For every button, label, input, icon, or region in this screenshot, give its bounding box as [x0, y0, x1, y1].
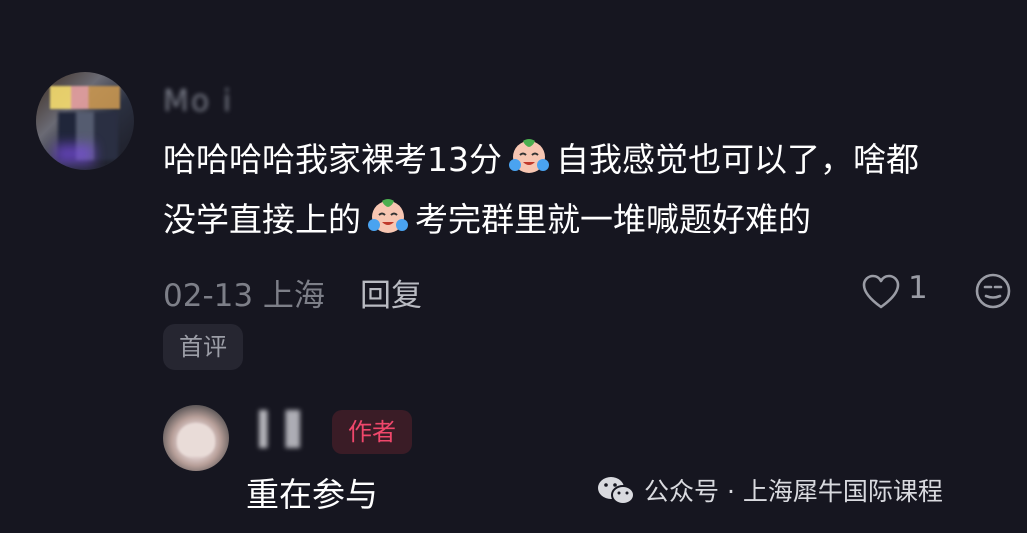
comment-date-location: 02-13 上海 — [163, 278, 325, 314]
wechat-icon — [598, 477, 635, 505]
heart-icon[interactable] — [862, 274, 900, 310]
commenter-avatar[interactable] — [36, 72, 134, 170]
watermark-text: 公众号 · 上海犀牛国际课程 — [644, 477, 943, 506]
like-count: 1 — [908, 270, 928, 306]
author-badge: 作者 — [332, 410, 412, 454]
watermark: 公众号 · 上海犀牛国际课程 — [596, 472, 943, 512]
comment-text-line-2: 没学直接上的 考完群里就一堆喊题好难的 — [163, 192, 1023, 248]
first-comment-tag: 首评 — [163, 324, 243, 370]
author-username[interactable] — [246, 410, 318, 448]
crying-laughing-emoji-icon — [509, 139, 549, 173]
face-emoji-icon[interactable] — [974, 272, 1012, 310]
crying-laughing-emoji-icon — [368, 199, 408, 233]
author-avatar[interactable] — [163, 405, 229, 471]
reply-button[interactable]: 回复 — [360, 270, 422, 315]
commenter-username[interactable]: Mo i — [163, 84, 233, 119]
comment-text-line-1: 哈哈哈哈我家裸考13分 自我感觉也可以了，啥都 — [163, 132, 1023, 188]
author-reply-text: 重在参与 — [246, 475, 378, 514]
